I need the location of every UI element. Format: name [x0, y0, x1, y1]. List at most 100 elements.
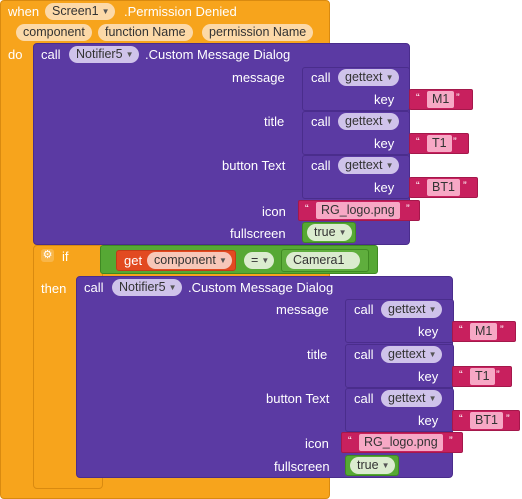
chevron-down-icon: ▼ — [218, 256, 227, 265]
param-component[interactable]: component — [16, 24, 92, 41]
chevron-down-icon: ▼ — [261, 256, 270, 265]
key-value-m1[interactable]: M1 — [470, 323, 498, 340]
key-value-t1[interactable]: T1 — [470, 368, 495, 385]
quote-close: ” — [506, 413, 510, 425]
quote-open: “ — [348, 435, 352, 447]
chevron-down-icon: ▼ — [428, 350, 437, 359]
boolean-dropdown[interactable]: true ▼ — [350, 457, 395, 474]
camera-value: Camera1 — [293, 253, 345, 267]
boolean-value: true — [357, 458, 379, 472]
gettext-dropdown[interactable]: gettext ▼ — [381, 346, 442, 363]
call-label: call — [84, 280, 104, 295]
operator-value: = — [251, 253, 259, 267]
quote-close: ” — [456, 92, 460, 104]
chevron-down-icon: ▼ — [381, 461, 390, 470]
gettext-dropdown-value: gettext — [345, 114, 383, 128]
gettext-call-label: call — [354, 347, 374, 362]
key-label: key — [418, 413, 439, 428]
key-value-m1[interactable]: M1 — [427, 91, 455, 108]
quote-open: “ — [416, 136, 420, 148]
variable-dropdown[interactable]: component ▼ — [147, 252, 232, 269]
key-label: key — [374, 180, 395, 195]
camera-dropdown[interactable]: Camera1 — [286, 252, 361, 269]
notifier-dropdown-value: Notifier5 — [119, 280, 166, 294]
param-function-name[interactable]: function Name — [98, 24, 193, 41]
key-label: key — [418, 369, 439, 384]
chevron-down-icon: ▼ — [428, 305, 437, 314]
method-name-1: .Custom Message Dialog — [145, 47, 291, 62]
quote-close: ” — [496, 369, 500, 381]
chevron-down-icon: ▼ — [385, 161, 394, 170]
call-label: call — [41, 47, 61, 62]
arg-label-message: message — [232, 70, 285, 85]
key-value-t1[interactable]: T1 — [427, 135, 452, 152]
boolean-dropdown[interactable]: true ▼ — [307, 224, 352, 241]
icon-value[interactable]: RG_logo.png — [316, 202, 400, 219]
quote-open: “ — [459, 369, 463, 381]
do-label: do — [8, 47, 23, 62]
chevron-down-icon: ▼ — [125, 50, 134, 59]
chevron-down-icon: ▼ — [101, 7, 110, 16]
gettext-dropdown-value: gettext — [388, 302, 426, 316]
arg-label-button-text: button Text — [222, 158, 286, 173]
event-name: .Permission Denied — [124, 4, 237, 19]
gettext-call-label: call — [354, 302, 374, 317]
screen-dropdown[interactable]: Screen1 ▼ — [45, 3, 115, 20]
gettext-dropdown[interactable]: gettext ▼ — [338, 69, 399, 86]
arg-label-fullscreen: fullscreen — [230, 226, 286, 241]
variable-value: component — [154, 253, 216, 267]
quote-close: ” — [453, 136, 457, 148]
quote-close: ” — [449, 435, 453, 447]
key-label: key — [418, 324, 439, 339]
quote-close: ” — [463, 180, 467, 192]
arg-label-button-text: button Text — [266, 391, 330, 406]
notifier-dropdown-2[interactable]: Notifier5 ▼ — [112, 279, 182, 296]
boolean-value: true — [314, 225, 336, 239]
notifier-dropdown-value: Notifier5 — [76, 47, 123, 61]
gettext-dropdown[interactable]: gettext ▼ — [381, 390, 442, 407]
chevron-down-icon: ▼ — [428, 394, 437, 403]
gear-icon[interactable]: ⚙ — [41, 249, 54, 262]
quote-open: “ — [416, 180, 420, 192]
when-label: when — [8, 4, 40, 19]
then-label: then — [41, 281, 67, 296]
arg-label-title: title — [307, 347, 328, 362]
gettext-call-label: call — [311, 70, 331, 85]
icon-value[interactable]: RG_logo.png — [359, 434, 443, 451]
key-value-bt1[interactable]: BT1 — [427, 179, 460, 196]
chevron-down-icon: ▼ — [385, 117, 394, 126]
chevron-down-icon: ▼ — [338, 228, 347, 237]
gettext-dropdown[interactable]: gettext ▼ — [381, 301, 442, 318]
chevron-down-icon: ▼ — [385, 73, 394, 82]
gettext-dropdown-value: gettext — [388, 391, 426, 405]
key-label: key — [374, 136, 395, 151]
quote-open: “ — [305, 203, 309, 215]
notifier-dropdown-1[interactable]: Notifier5 ▼ — [69, 46, 139, 63]
quote-close: ” — [406, 203, 410, 215]
gettext-dropdown-value: gettext — [345, 70, 383, 84]
quote-open: “ — [416, 92, 420, 104]
arg-label-message: message — [276, 302, 329, 317]
param-permission-name[interactable]: permission Name — [202, 24, 314, 41]
gettext-call-label: call — [311, 158, 331, 173]
operator-dropdown[interactable]: = ▼ — [244, 252, 275, 269]
gettext-dropdown-value: gettext — [388, 347, 426, 361]
screen-dropdown-value: Screen1 — [52, 4, 99, 18]
gettext-dropdown[interactable]: gettext ▼ — [338, 157, 399, 174]
chevron-down-icon: ▼ — [168, 283, 177, 292]
key-value-bt1[interactable]: BT1 — [470, 412, 503, 429]
arg-label-icon: icon — [305, 436, 329, 451]
get-label: get — [124, 253, 143, 268]
arg-label-title: title — [264, 114, 285, 129]
key-label: key — [374, 92, 395, 107]
gettext-dropdown[interactable]: gettext ▼ — [338, 113, 399, 130]
method-name-2: .Custom Message Dialog — [188, 280, 334, 295]
gettext-dropdown-value: gettext — [345, 158, 383, 172]
quote-open: “ — [459, 413, 463, 425]
gettext-call-label: call — [354, 391, 374, 406]
if-label: if — [62, 249, 69, 264]
quote-close: ” — [500, 324, 504, 336]
gettext-call-label: call — [311, 114, 331, 129]
arg-label-fullscreen: fullscreen — [274, 459, 330, 474]
arg-label-icon: icon — [262, 204, 286, 219]
